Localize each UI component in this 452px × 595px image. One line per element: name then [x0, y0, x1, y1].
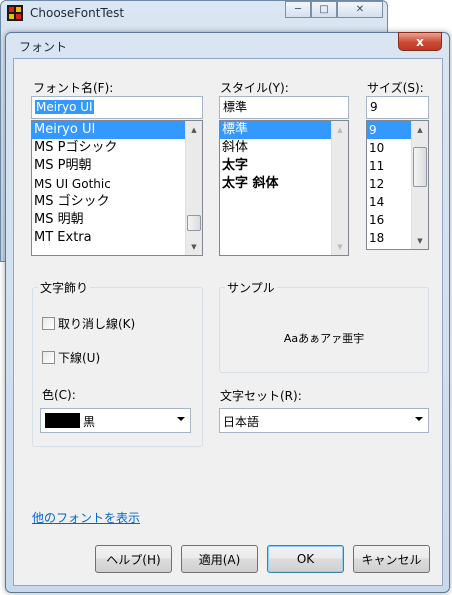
more-fonts-link[interactable]: 他のフォントを表示: [32, 509, 140, 526]
apply-button[interactable]: 適用(A): [181, 545, 258, 573]
close-icon: x: [416, 34, 424, 49]
list-item[interactable]: 太字: [220, 157, 348, 175]
sample-preview-text: Aaあぁアァ亜宇: [283, 332, 365, 345]
background-close-button[interactable]: ✕: [337, 1, 383, 18]
maximize-icon: □: [319, 4, 329, 15]
font-name-label: フォント名(F):: [33, 81, 114, 95]
color-select[interactable]: 黒: [40, 408, 191, 433]
minimize-button[interactable]: ─: [285, 1, 311, 18]
script-select[interactable]: 日本語: [219, 408, 429, 433]
font-name-list[interactable]: Meiryo UI MS Pゴシック MS P明朝 MS UI Gothic M…: [31, 120, 203, 256]
size-label: サイズ(S):: [367, 81, 424, 95]
underline-label[interactable]: 下線(U): [58, 349, 100, 366]
color-swatch: [45, 413, 80, 428]
scroll-down-icon[interactable]: ▼: [412, 232, 428, 249]
style-input[interactable]: 標準: [219, 96, 349, 119]
maximize-button[interactable]: □: [311, 1, 337, 18]
minimize-icon: ─: [294, 4, 302, 15]
close-icon: ✕: [355, 4, 365, 15]
list-item[interactable]: MS ゴシック: [32, 193, 202, 211]
scroll-down-icon[interactable]: ▼: [186, 238, 202, 255]
strikeout-checkbox[interactable]: [42, 317, 55, 330]
list-item[interactable]: MT Extra: [32, 229, 202, 247]
size-input[interactable]: 9: [366, 96, 429, 119]
scroll-thumb[interactable]: [413, 147, 427, 187]
sample-group-label: サンプル: [225, 279, 277, 296]
size-value: 9: [370, 100, 378, 114]
app-icon: [7, 5, 23, 21]
strikeout-label[interactable]: 取り消し線(K): [58, 315, 135, 332]
font-name-input[interactable]: Meiryo UI: [31, 96, 203, 119]
list-item[interactable]: MS UI Gothic: [32, 175, 202, 193]
script-value: 日本語: [223, 415, 260, 429]
list-item[interactable]: 斜体: [220, 139, 348, 157]
scroll-up-icon[interactable]: ▲: [332, 121, 348, 138]
scroll-thumb[interactable]: [187, 215, 201, 231]
underline-checkbox[interactable]: [42, 351, 55, 364]
list-item[interactable]: MS P明朝: [32, 157, 202, 175]
style-label: スタイル(Y):: [220, 81, 289, 95]
style-list-scrollbar[interactable]: ▲ ▼: [331, 121, 348, 255]
chevron-down-icon: [177, 417, 185, 421]
font-list-scrollbar[interactable]: ▲ ▼: [185, 121, 202, 255]
scroll-down-icon[interactable]: ▼: [332, 238, 348, 255]
size-list-scrollbar[interactable]: ▲ ▼: [411, 121, 428, 249]
cancel-button[interactable]: キャンセル: [353, 545, 430, 573]
size-list[interactable]: 9 10 11 12 14 16 18 ▲ ▼: [366, 120, 429, 250]
font-name-value: Meiryo UI: [35, 100, 94, 114]
dialog-title: フォント: [19, 40, 68, 54]
list-item[interactable]: Meiryo UI: [32, 121, 202, 139]
list-item[interactable]: 太字 斜体: [220, 175, 348, 193]
style-list[interactable]: 標準 斜体 太字 太字 斜体 ▲ ▼: [219, 120, 349, 256]
list-item[interactable]: MS 明朝: [32, 211, 202, 229]
ok-button[interactable]: OK: [267, 545, 344, 573]
script-label: 文字セット(R):: [220, 389, 302, 403]
chevron-down-icon: [415, 417, 423, 421]
background-caption-buttons: ─ □ ✕: [285, 1, 383, 18]
color-value: 黒: [83, 415, 96, 429]
dialog-close-button[interactable]: x: [398, 32, 442, 51]
color-label: 色(C):: [42, 388, 76, 402]
scroll-up-icon[interactable]: ▲: [186, 121, 202, 138]
list-item[interactable]: 標準: [220, 121, 348, 139]
background-window-title: ChooseFontTest: [30, 6, 125, 20]
effects-group-label: 文字飾り: [38, 279, 91, 296]
style-value: 標準: [223, 100, 248, 114]
list-item[interactable]: MS Pゴシック: [32, 139, 202, 157]
scroll-up-icon[interactable]: ▲: [412, 121, 428, 138]
help-button[interactable]: ヘルプ(H): [95, 545, 172, 573]
